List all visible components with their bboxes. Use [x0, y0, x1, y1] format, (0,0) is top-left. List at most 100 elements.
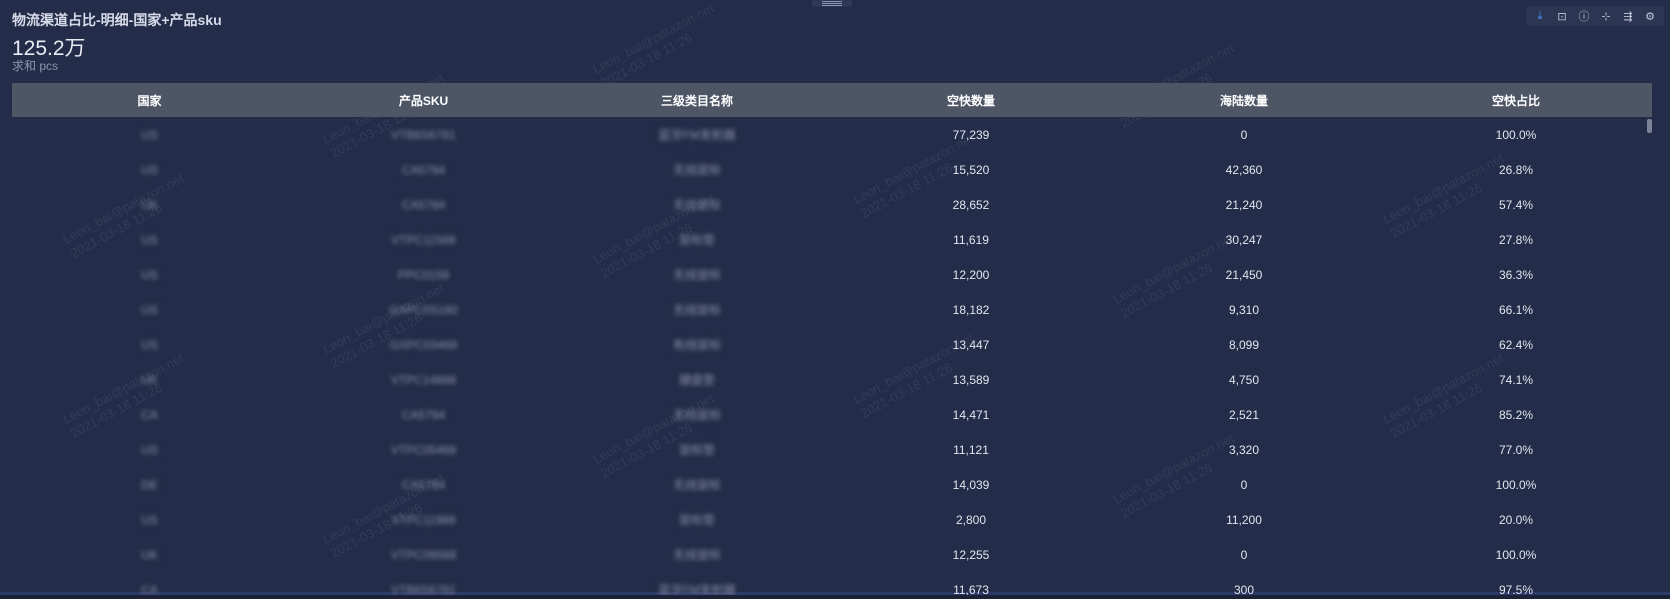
table-row[interactable]: US PPC0158 无线鼠标 12,200 21,450 36.3% [12, 257, 1652, 292]
table-cell: VTPC05468 [390, 442, 457, 457]
table-row[interactable]: UK VTPC09568 无线鼠标 12,255 0 100.0% [12, 537, 1652, 572]
table-row[interactable]: US CA5784 无线鼠标 15,520 42,360 26.8% [12, 152, 1652, 187]
table-cell: 85.2% [1498, 407, 1534, 422]
table-cell: 13,589 [952, 372, 990, 387]
table-cell: 无线鼠标 [672, 198, 721, 212]
table-cell: 无线鼠标 [672, 408, 721, 422]
table-cell: 无线鼠标 [672, 163, 721, 177]
table-cell: 57.4% [1498, 197, 1534, 212]
table-cell: 100.0% [1495, 477, 1537, 492]
table-cell: 4,750 [1228, 372, 1260, 387]
table-cell: 11,619 [953, 232, 989, 247]
report-panel: 物流渠道占比-明细-国家+产品sku 125.2万 求和 pcs ⤓ ⊡ ⓘ ⊹ ⇶ ⚙ … [0, 0, 1670, 595]
table-cell: 14,471 [952, 407, 990, 422]
table-row[interactable]: CA CA5784 无线鼠标 14,471 2,521 85.2% [12, 397, 1652, 432]
column-header[interactable]: 空快占比 [1380, 92, 1652, 109]
table-cell: CA [141, 582, 158, 596]
table-row[interactable]: US VTPC11568 鼠标垫 11,619 30,247 27.8% [12, 222, 1652, 257]
column-header[interactable]: 空快数量 [834, 92, 1108, 109]
drag-handle[interactable] [812, 0, 852, 7]
column-header[interactable]: 产品SKU [287, 92, 560, 109]
table-row[interactable]: CA VTB6S6781 蓝牙FM发射器 11,673 300 97.5% [12, 572, 1652, 596]
table-cell: 14,039 [952, 477, 990, 492]
table-cell: US [141, 442, 158, 457]
table-cell: 12,200 [952, 267, 990, 282]
table-body[interactable]: US VTB6S6781 蓝牙FM发射器 77,239 0 100.0% US CA5784 无… [12, 117, 1652, 596]
settings-icon[interactable]: ⚙ [1640, 7, 1660, 25]
table-cell: CA5784 [401, 477, 446, 492]
table-row[interactable]: US GXPC0S160 无线鼠标 18,182 9,310 66.1% [12, 292, 1652, 327]
column-header[interactable]: 三级类目名称 [560, 92, 834, 109]
pivot-icon[interactable]: ⊹ [1596, 7, 1616, 25]
table-cell: VTPC09568 [390, 547, 457, 562]
table-cell: UK [141, 372, 158, 387]
table-cell: 28,652 [952, 197, 990, 212]
table-cell: 3,320 [1228, 442, 1260, 457]
table-cell: 8,099 [1228, 337, 1260, 352]
table-cell: 100.0% [1495, 547, 1537, 562]
table-cell: 100.0% [1495, 127, 1537, 142]
table-cell: 12,255 [952, 547, 990, 562]
table-cell: 无线鼠标 [672, 268, 721, 282]
table-cell: 42,360 [1225, 162, 1263, 177]
table-row[interactable]: US VTPC05468 鼠标垫 11,121 3,320 77.0% [12, 432, 1652, 467]
table-cell: 36.3% [1498, 267, 1534, 282]
table-cell: 15,520 [952, 162, 990, 177]
table-cell: VTPC14888 [390, 372, 457, 387]
vertical-scrollbar[interactable] [1647, 119, 1652, 133]
column-header[interactable]: 海陆数量 [1108, 92, 1380, 109]
watermark-text: Leon_bai@patazon.net2021-03-18 11:26 [590, 0, 717, 91]
table-cell: 11,121 [953, 442, 989, 457]
table-row[interactable]: UK VTPC14888 键盘垫 13,589 4,750 74.1% [12, 362, 1652, 397]
drill-icon[interactable]: ⇶ [1618, 7, 1638, 25]
table-row[interactable]: US VTB6S6781 蓝牙FM发射器 77,239 0 100.0% [12, 117, 1652, 152]
export-icon[interactable]: ⊡ [1552, 7, 1572, 25]
table-row[interactable]: US GXPC03468 有线鼠标 13,447 8,099 62.4% [12, 327, 1652, 362]
table-cell: 13,447 [952, 337, 990, 352]
table-cell: US [141, 232, 158, 247]
table-cell: 77.0% [1498, 442, 1534, 457]
table-cell: 键盘垫 [678, 373, 715, 387]
table-cell: PPC0158 [397, 267, 450, 282]
column-header[interactable]: 国家 [12, 92, 287, 109]
table-cell: US [141, 127, 158, 142]
table-cell: 9,310 [1228, 302, 1260, 317]
panel-toolbar: ⤓ ⊡ ⓘ ⊹ ⇶ ⚙ [1526, 6, 1664, 26]
table-cell: CA [141, 407, 158, 422]
table-cell: 2,800 [955, 512, 987, 527]
table-cell: 11,673 [953, 582, 989, 596]
table-cell: 77,239 [952, 127, 990, 142]
table-cell: US [141, 267, 158, 282]
table-cell: 62.4% [1498, 337, 1534, 352]
table-cell: 0 [1240, 127, 1248, 142]
table-cell: 蓝牙FM发射器 [658, 583, 736, 595]
table-row[interactable]: UK CA5784 无线鼠标 28,652 21,240 57.4% [12, 187, 1652, 222]
table-cell: VTB6S6781 [391, 127, 456, 142]
table-cell: 鼠标垫 [678, 443, 715, 457]
table-cell: 无线鼠标 [672, 303, 721, 317]
table-cell: 有线鼠标 [672, 338, 721, 352]
table-cell: CA5784 [401, 162, 446, 177]
table-cell: VTPC11988 [391, 512, 456, 527]
kpi-label: 求和 pcs [12, 59, 59, 73]
table-cell: 蓝牙FM发射器 [658, 128, 736, 142]
table-cell: US [141, 302, 158, 317]
table-cell: 0 [1240, 477, 1248, 492]
table-cell: 11,200 [1226, 512, 1262, 527]
table-cell: 27.8% [1498, 232, 1534, 247]
table-cell: 无线鼠标 [672, 548, 721, 562]
table-cell: 97.5% [1498, 582, 1534, 596]
table-cell: US [141, 162, 158, 177]
table-cell: 26.8% [1498, 162, 1534, 177]
table-cell: CA5784 [401, 197, 446, 212]
download-icon[interactable]: ⤓ [1530, 7, 1550, 25]
table-row[interactable]: DE CA5784 无线鼠标 14,039 0 100.0% [12, 467, 1652, 502]
table-cell: 66.1% [1498, 302, 1534, 317]
table-row[interactable]: US VTPC11988 鼠标垫 2,800 11,200 20.0% [12, 502, 1652, 537]
table-cell: GXPC03468 [389, 337, 458, 352]
table-cell: UK [141, 547, 158, 562]
info-icon[interactable]: ⓘ [1574, 7, 1594, 25]
table-cell: 30,247 [1225, 232, 1263, 247]
table-cell: 鼠标垫 [678, 513, 715, 527]
table-cell: 2,521 [1228, 407, 1260, 422]
